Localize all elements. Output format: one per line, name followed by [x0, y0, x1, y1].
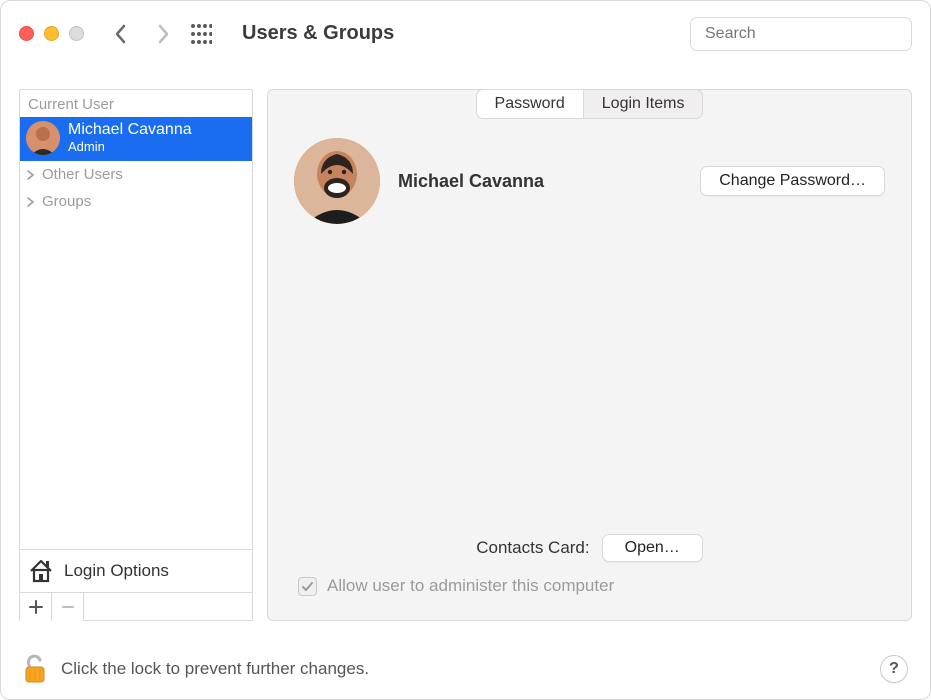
lock-hint-text: Click the lock to prevent further change… — [61, 659, 369, 679]
sidebar-item-label: Groups — [42, 193, 91, 210]
user-name: Michael Cavanna — [68, 121, 192, 139]
chevron-left-icon — [114, 24, 128, 44]
zoom-window-button — [69, 26, 84, 41]
checkmark-icon — [301, 580, 314, 593]
show-all-button[interactable] — [190, 23, 212, 45]
sidebar-item-groups[interactable]: Groups — [20, 188, 252, 215]
sidebar: Current User Michael Cavanna Admin — [19, 89, 253, 621]
minus-icon — [61, 600, 75, 614]
grid-icon — [190, 23, 212, 45]
administer-checkbox-label: Allow user to administer this computer — [327, 576, 614, 596]
chevron-right-icon — [26, 197, 36, 207]
remove-user-button — [52, 593, 84, 621]
help-button[interactable]: ? — [880, 655, 908, 683]
search-input[interactable] — [705, 25, 912, 43]
user-list: Current User Michael Cavanna Admin — [19, 89, 253, 593]
unlocked-padlock-icon — [23, 654, 47, 684]
content-area: Current User Michael Cavanna Admin — [1, 67, 930, 639]
open-contacts-button[interactable]: Open… — [602, 534, 703, 562]
toolbar: Users & Groups — [1, 1, 930, 67]
plus-icon — [29, 600, 43, 614]
tab-password[interactable]: Password — [477, 90, 583, 118]
user-display-name: Michael Cavanna — [398, 171, 544, 192]
close-window-button[interactable] — [19, 26, 34, 41]
login-options-button[interactable]: Login Options — [20, 549, 252, 592]
house-icon — [28, 558, 54, 584]
tab-login-items[interactable]: Login Items — [583, 90, 703, 118]
user-text: Michael Cavanna Admin — [68, 121, 192, 154]
footer: Click the lock to prevent further change… — [1, 639, 930, 699]
change-password-button[interactable]: Change Password… — [700, 166, 885, 196]
tab-bar: Password Login Items — [476, 89, 704, 119]
chevron-right-icon — [26, 170, 36, 180]
login-options-label: Login Options — [64, 561, 169, 581]
search-field[interactable] — [690, 17, 912, 51]
avatar-face-icon — [26, 121, 60, 155]
preferences-window: Users & Groups Current User — [0, 0, 931, 700]
chevron-right-icon — [156, 24, 170, 44]
lock-button[interactable] — [23, 654, 47, 684]
contacts-card-row: Contacts Card: Open… — [294, 534, 885, 562]
sidebar-item-label: Other Users — [42, 166, 123, 183]
main-panel: Password Login Items — [267, 89, 912, 621]
contacts-card-label: Contacts Card: — [476, 538, 589, 558]
window-controls — [19, 26, 84, 41]
administer-checkbox — [298, 577, 317, 596]
user-avatar[interactable] — [294, 138, 380, 224]
user-role: Admin — [68, 140, 192, 155]
avatar-photo-icon — [294, 138, 380, 224]
avatar — [26, 121, 60, 155]
panel-bottom: Contacts Card: Open… Allow user to admin… — [294, 534, 885, 596]
forward-button[interactable] — [154, 25, 172, 43]
minimize-window-button[interactable] — [44, 26, 59, 41]
administer-checkbox-row: Allow user to administer this computer — [294, 576, 885, 596]
sidebar-item-current-user[interactable]: Michael Cavanna Admin — [20, 117, 252, 161]
window-title: Users & Groups — [242, 22, 394, 45]
spacer — [20, 215, 252, 549]
add-user-button[interactable] — [20, 593, 52, 621]
current-user-header: Current User — [20, 90, 252, 117]
sidebar-item-other-users[interactable]: Other Users — [20, 161, 252, 188]
back-button[interactable] — [112, 25, 130, 43]
user-header: Michael Cavanna Change Password… — [294, 138, 885, 224]
add-remove-bar — [19, 593, 253, 621]
nav-arrows — [112, 25, 172, 43]
